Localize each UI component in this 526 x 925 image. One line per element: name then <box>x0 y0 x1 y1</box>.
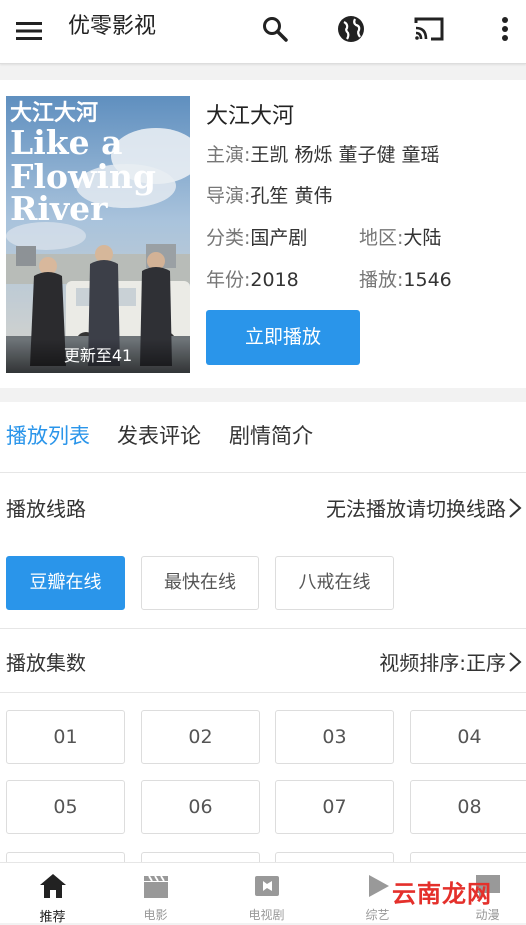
video-camera-icon <box>255 876 279 896</box>
nav-label: 电视剧 <box>248 908 285 922</box>
divider <box>0 692 526 693</box>
sort-value: 正序 <box>466 651 506 675</box>
home-icon <box>40 874 66 898</box>
plays-label: 播放: <box>359 269 404 291</box>
menu-icon[interactable] <box>14 16 44 46</box>
source-option-douban[interactable]: 豆瓣在线 <box>6 556 125 610</box>
category-label: 分类: <box>206 227 251 249</box>
category-info: 分类:国产剧 <box>206 223 307 250</box>
region-label: 地区: <box>359 227 404 249</box>
chevron-right-icon <box>509 651 522 672</box>
episode-button[interactable]: 05 <box>6 780 125 834</box>
region-info: 地区:大陆 <box>359 223 441 250</box>
nav-label: 电影 <box>143 908 168 922</box>
divider <box>0 628 526 629</box>
divider <box>0 472 526 473</box>
episode-button[interactable]: 02 <box>141 710 260 764</box>
nav-label: 推荐 <box>39 910 66 925</box>
director-label: 导演: <box>206 185 251 207</box>
cast-info: 主演:王凯 杨烁 董子健 童瑶 <box>206 140 440 167</box>
region-value: 大陆 <box>403 227 442 249</box>
play-now-button[interactable]: 立即播放 <box>206 310 360 365</box>
cast-icon[interactable] <box>412 14 446 44</box>
plays-value: 1546 <box>403 269 452 291</box>
clapperboard-icon <box>144 875 168 898</box>
cast-value: 王凯 杨烁 董子健 童瑶 <box>250 144 440 166</box>
episode-button[interactable]: 06 <box>141 780 260 834</box>
sort-order-link[interactable]: 视频排序: 正序 <box>379 647 522 676</box>
play-source-title: 播放线路 <box>6 497 86 521</box>
globe-icon[interactable] <box>336 14 366 44</box>
category-value: 国产剧 <box>250 227 308 249</box>
director-info: 导演:孔笙 黄伟 <box>206 181 332 208</box>
video-detail-card: 大江大河 Like a Flowing River 更新至41 大江大河 主演:… <box>0 80 526 388</box>
episode-button[interactable]: 04 <box>410 710 526 764</box>
year-value: 2018 <box>250 269 299 291</box>
sort-label: 视频排序: <box>379 651 466 675</box>
poster-image[interactable]: 大江大河 Like a Flowing River 更新至41 <box>6 96 190 373</box>
cast-label: 主演: <box>206 144 251 166</box>
episode-button[interactable]: 08 <box>410 780 526 834</box>
episode-update-badge: 更新至41 <box>6 339 190 373</box>
director-value: 孔笙 黄伟 <box>250 185 333 207</box>
chevron-right-icon <box>509 497 522 518</box>
episode-button[interactable]: 07 <box>275 780 394 834</box>
top-app-bar: 优零影视 <box>0 0 526 64</box>
plays-info: 播放:1546 <box>359 265 452 292</box>
play-list-panel: 播放列表 发表评论 剧情简介 播放线路 无法播放请切换线路 豆瓣在线 最快在线 … <box>0 402 526 872</box>
episode-button[interactable]: 03 <box>275 710 394 764</box>
switch-source-hint: 无法播放请切换线路 <box>326 497 506 521</box>
nav-recommend[interactable]: 推荐 <box>0 863 105 925</box>
poster-title-en-3: River <box>10 189 108 228</box>
video-title: 大江大河 <box>206 104 295 129</box>
more-vert-icon[interactable] <box>490 14 520 44</box>
app-title: 优零影视 <box>68 14 157 39</box>
episodes-title: 播放集数 <box>6 651 86 675</box>
tab-post-comment[interactable]: 发表评论 <box>117 420 201 450</box>
year-info: 年份:2018 <box>206 265 299 292</box>
source-option-bajie[interactable]: 八戒在线 <box>275 556 394 610</box>
year-label: 年份: <box>206 269 251 291</box>
nav-movies[interactable]: 电影 <box>103 863 208 924</box>
episode-button[interactable]: 01 <box>6 710 125 764</box>
switch-source-link[interactable]: 无法播放请切换线路 <box>326 493 522 522</box>
nav-tv-series[interactable]: 电视剧 <box>214 863 319 924</box>
play-icon <box>369 875 389 897</box>
watermark-logo: 云南龙网 <box>392 880 492 908</box>
search-icon[interactable] <box>260 14 290 44</box>
tab-synopsis[interactable]: 剧情简介 <box>229 420 313 450</box>
tab-play-list[interactable]: 播放列表 <box>6 420 90 450</box>
source-option-fastest[interactable]: 最快在线 <box>141 556 259 610</box>
